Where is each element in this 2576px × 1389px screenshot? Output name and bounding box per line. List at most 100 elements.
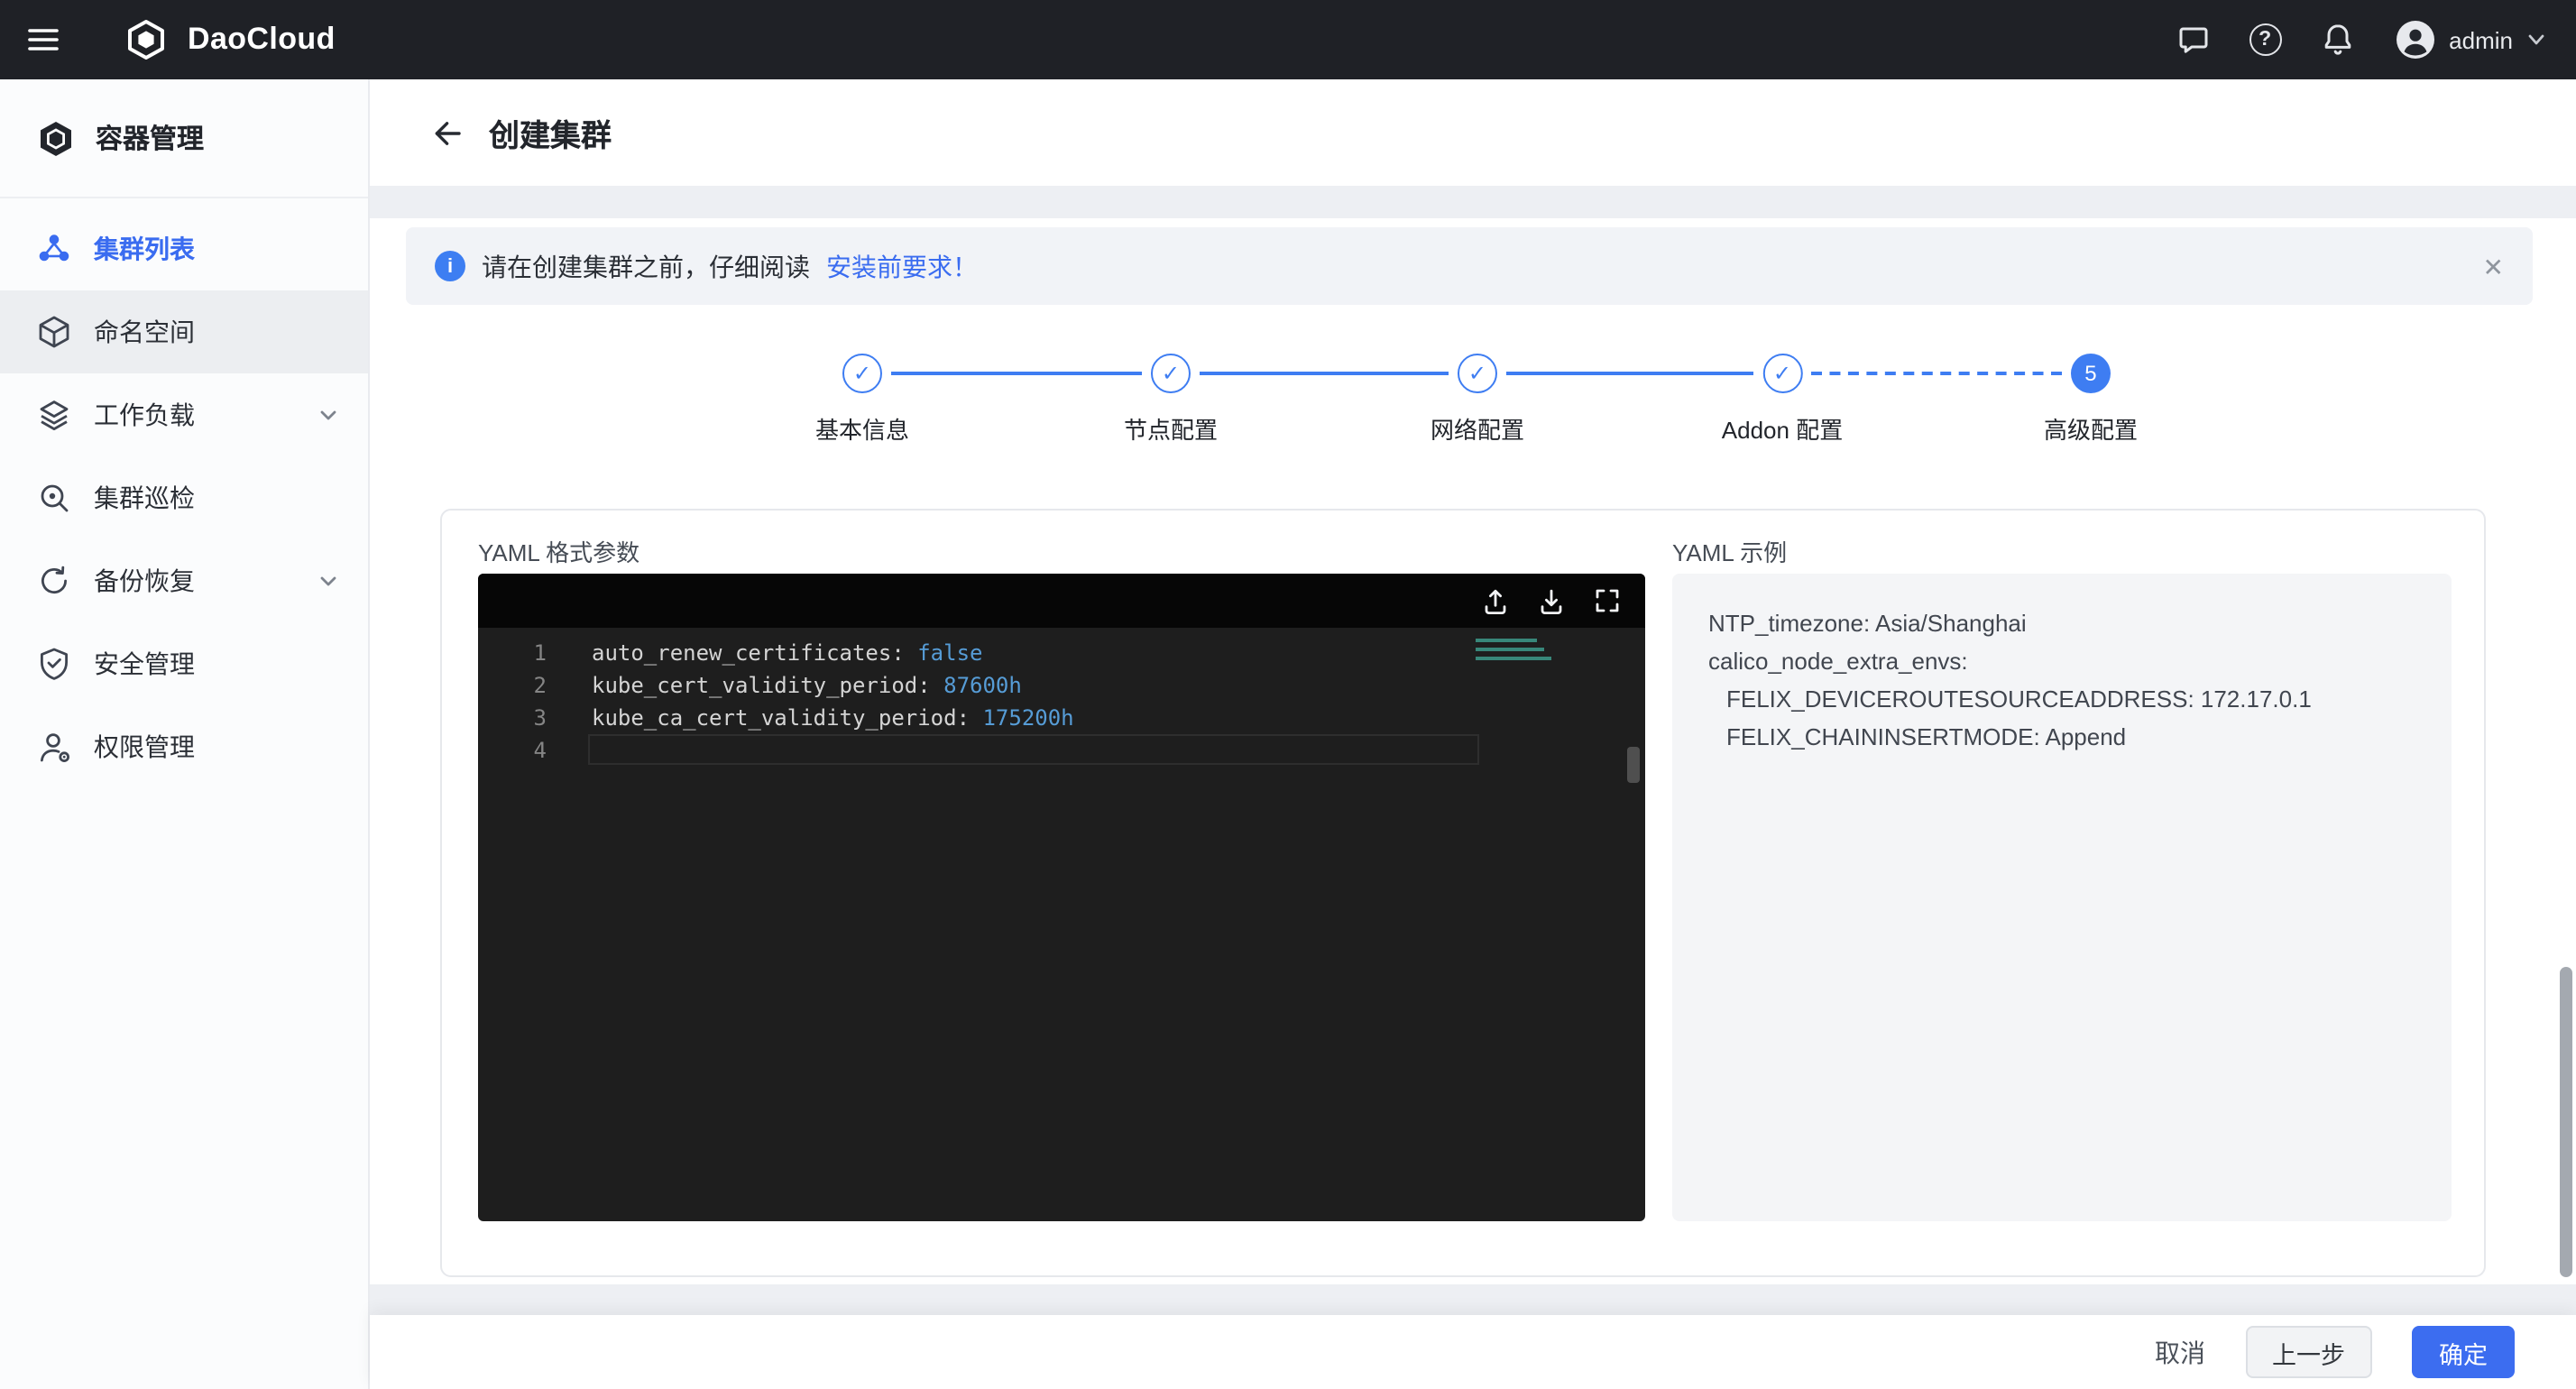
sidebar-item-backup-restore[interactable]: 备份恢复	[0, 539, 368, 622]
step-label: 基本信息	[815, 411, 909, 446]
example-line: calico_node_extra_envs:	[1708, 642, 2415, 680]
minimap-line	[1476, 639, 1537, 642]
example-line: FELIX_CHAININSERTMODE: Append	[1708, 718, 2415, 756]
screen: DaoCloud ? admin	[0, 0, 2576, 1389]
step-done-circle: ✓	[1762, 354, 1802, 393]
step-done-circle: ✓	[842, 354, 882, 393]
minimap	[1476, 639, 1555, 666]
page-title: 创建集群	[489, 110, 612, 155]
yaml-params-section: YAML 格式参数	[478, 529, 1645, 1221]
sidebar-item-workload[interactable]: 工作负载	[0, 373, 368, 456]
avatar	[2393, 18, 2436, 61]
yaml-example-label: YAML 示例	[1672, 529, 2452, 574]
sidebar-module-header: 容器管理	[0, 79, 368, 198]
download-icon[interactable]	[1537, 586, 1566, 615]
previous-step-button[interactable]: 上一步	[2245, 1326, 2372, 1378]
current-line-highlight	[588, 734, 1479, 765]
yaml-editor: 1 auto_renew_certificates: false 2 kube_…	[478, 574, 1645, 1221]
yaml-example-section: YAML 示例 NTP_timezone: Asia/Shanghai cali…	[1672, 529, 2452, 1221]
example-line: NTP_timezone: Asia/Shanghai	[1708, 604, 2415, 642]
step-network-config[interactable]: ✓ 网络配置	[1431, 354, 1524, 446]
shield-icon	[36, 646, 72, 682]
page-scrollbar-thumb[interactable]	[2560, 967, 2572, 1277]
sidebar-item-permission[interactable]: 权限管理	[0, 705, 368, 788]
chevron-down-icon[interactable]	[317, 570, 339, 592]
sidebar-item-label: 备份恢复	[94, 563, 195, 599]
alert-banner: i 请在创建集群之前，仔细阅读 安装前要求！ ✕	[406, 227, 2533, 305]
yaml-example-box: NTP_timezone: Asia/Shanghai calico_node_…	[1672, 574, 2452, 1221]
workload-icon	[36, 397, 72, 433]
code-area[interactable]: 1 auto_renew_certificates: false 2 kube_…	[478, 628, 1645, 1221]
code-text: kube_cert_validity_period: 87600h	[547, 669, 1022, 702]
example-line: FELIX_DEVICEROUTESOURCEADDRESS: 172.17.0…	[1708, 680, 2415, 718]
step-basic-info[interactable]: ✓ 基本信息	[815, 354, 909, 446]
sidebar-module-title: 容器管理	[96, 119, 204, 157]
code-text: auto_renew_certificates: false	[547, 637, 983, 669]
brand-name[interactable]: DaoCloud	[188, 22, 336, 58]
sidebar-item-label: 工作负载	[94, 397, 195, 433]
chevron-down-icon	[2525, 29, 2547, 51]
sidebar-item-cluster-list[interactable]: 集群列表	[0, 207, 368, 290]
prerequisites-link[interactable]: 安装前要求！	[826, 248, 978, 284]
topbar: DaoCloud ? admin	[0, 0, 2576, 79]
notification-bell-icon[interactable]	[2319, 22, 2355, 58]
container-management-icon	[36, 118, 76, 158]
message-icon[interactable]	[2175, 22, 2211, 58]
step-node-config[interactable]: ✓ 节点配置	[1124, 354, 1218, 446]
cluster-icon	[36, 231, 72, 267]
back-arrow-icon[interactable]	[431, 116, 464, 149]
daocloud-logo-icon[interactable]	[124, 18, 168, 61]
cancel-button[interactable]: 取消	[2155, 1334, 2205, 1370]
minimap-line	[1476, 648, 1544, 651]
fullscreen-icon[interactable]	[1593, 586, 1622, 615]
step-label: Addon 配置	[1722, 411, 1843, 446]
close-icon[interactable]: ✕	[2483, 253, 2504, 279]
check-icon: ✓	[1468, 361, 1486, 386]
minimap-line	[1476, 657, 1551, 660]
code-line[interactable]: 3 kube_ca_cert_validity_period: 175200h	[478, 702, 1645, 734]
step-label: 节点配置	[1124, 411, 1218, 446]
confirm-button[interactable]: 确定	[2412, 1326, 2515, 1378]
editor-toolbar	[478, 574, 1645, 628]
sidebar-item-cluster-inspection[interactable]: 集群巡检	[0, 456, 368, 539]
sidebar: 容器管理 集群列表 命名空间	[0, 79, 370, 1389]
username: admin	[2449, 26, 2513, 53]
footer-actions: 取消 上一步 确定	[370, 1315, 2576, 1389]
step-connector	[1506, 372, 1753, 375]
sidebar-item-label: 安全管理	[94, 646, 195, 682]
help-glyph: ?	[2259, 29, 2271, 51]
sidebar-item-label: 权限管理	[94, 729, 195, 765]
code-text	[547, 734, 592, 767]
backup-restore-icon	[36, 563, 72, 599]
advanced-config-card: YAML 格式参数	[440, 509, 2486, 1277]
user-menu[interactable]: admin	[2393, 18, 2547, 61]
sidebar-item-label: 集群巡检	[94, 480, 195, 516]
step-number: 5	[2084, 361, 2096, 386]
menu-icon[interactable]	[25, 22, 61, 58]
line-number: 2	[478, 669, 547, 702]
step-advanced-config[interactable]: 5 高级配置	[2044, 354, 2138, 446]
line-number: 3	[478, 702, 547, 734]
code-line[interactable]: 2 kube_cert_validity_period: 87600h	[478, 669, 1645, 702]
sidebar-item-namespace[interactable]: 命名空间	[0, 290, 368, 373]
divider-band	[370, 1284, 2576, 1315]
page-content: i 请在创建集群之前，仔细阅读 安装前要求！ ✕ ✓ 基本信息	[370, 218, 2576, 1284]
yaml-params-label: YAML 格式参数	[478, 529, 1645, 574]
code-line-current[interactable]: 4	[478, 734, 1645, 767]
user-gear-icon	[36, 729, 72, 765]
step-addon-config[interactable]: ✓ Addon 配置	[1722, 354, 1843, 446]
step-connector-dashed	[1811, 372, 2062, 375]
divider-band	[370, 186, 2576, 218]
editor-scrollbar-thumb[interactable]	[1627, 747, 1640, 783]
upload-icon[interactable]	[1481, 586, 1510, 615]
line-number: 1	[478, 637, 547, 669]
namespace-icon	[36, 314, 72, 350]
sidebar-item-security[interactable]: 安全管理	[0, 622, 368, 705]
alert-text: 请在创建集群之前，仔细阅读	[482, 248, 810, 284]
help-icon[interactable]: ?	[2249, 23, 2281, 56]
code-line[interactable]: 1 auto_renew_certificates: false	[478, 637, 1645, 669]
step-connector	[1200, 372, 1449, 375]
chevron-down-icon[interactable]	[317, 404, 339, 426]
main-area: 创建集群 i 请在创建集群之前，仔细阅读 安装前要求！ ✕	[370, 79, 2576, 1389]
step-label: 网络配置	[1431, 411, 1524, 446]
